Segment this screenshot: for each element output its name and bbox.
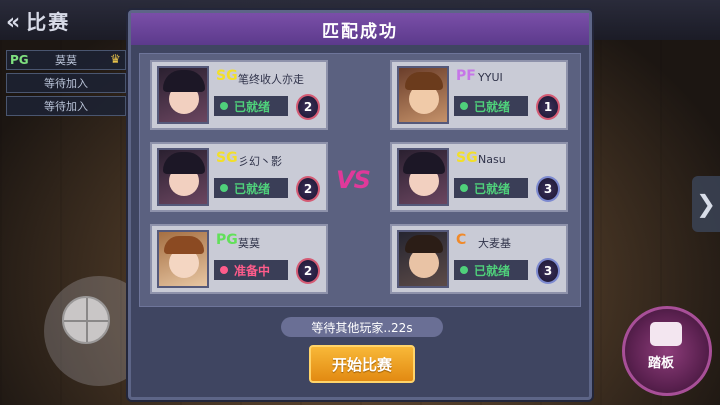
sidebar-name: 等待加入 xyxy=(44,100,88,113)
status-badge: 准备中 xyxy=(214,260,288,280)
player-name: Nasu xyxy=(478,153,506,166)
player-avatar xyxy=(397,230,449,288)
vs-label: VS xyxy=(336,166,371,194)
player-avatar xyxy=(157,148,209,206)
right-arrow-icon[interactable]: ❯ xyxy=(692,176,720,232)
rank-badge: 1 xyxy=(536,94,560,120)
player-avatar xyxy=(157,66,209,124)
player-card-left-2[interactable]: SG 彡幻丶影 已就绪 2 xyxy=(150,142,328,212)
player-card-left-1[interactable]: SG 笔终收人亦走 已就绪 2 xyxy=(150,60,328,130)
status-text: 已就绪 xyxy=(474,99,511,114)
sidebar-row-3[interactable]: 等待加入 xyxy=(6,96,126,116)
dialog-title: 匹配成功 xyxy=(322,21,398,42)
status-dot-icon xyxy=(220,184,228,192)
player-name: YYUI xyxy=(478,71,503,84)
teams-panel: SG 笔终收人亦走 已就绪 2 SG 彡幻丶影 已就绪 2 PG 莫莫 准备中 … xyxy=(139,53,581,307)
sidebar-name: 莫莫 xyxy=(55,54,77,67)
rank-badge: 2 xyxy=(296,176,320,202)
status-text: 已就绪 xyxy=(474,263,511,278)
status-text: 准备中 xyxy=(234,263,271,278)
player-name: 莫莫 xyxy=(238,237,260,250)
status-badge: 已就绪 xyxy=(214,178,288,198)
match-found-dialog: 匹配成功 SG 笔终收人亦走 已就绪 2 SG 彡幻丶影 已就绪 2 PG 莫莫… xyxy=(128,10,592,400)
team-sidebar: PG 莫莫 等待加入 等待加入 xyxy=(6,50,126,119)
status-badge: 已就绪 xyxy=(454,260,528,280)
rank-badge: 2 xyxy=(296,94,320,120)
player-card-left-3[interactable]: PG 莫莫 准备中 2 xyxy=(150,224,328,294)
status-dot-icon xyxy=(460,184,468,192)
rank-badge: 3 xyxy=(536,176,560,202)
back-label: 比赛 xyxy=(26,10,71,34)
player-name: 大麦基 xyxy=(478,237,511,250)
back-button[interactable]: «比赛 xyxy=(6,6,70,35)
status-dot-icon xyxy=(460,266,468,274)
rank-badge: 3 xyxy=(536,258,560,284)
player-card-right-1[interactable]: PF YYUI 已就绪 1 xyxy=(390,60,568,130)
position-badge: PG xyxy=(216,232,238,248)
status-text: 已就绪 xyxy=(474,181,511,196)
position-badge: C xyxy=(456,232,467,248)
sidebar-pos: PG xyxy=(10,53,29,67)
status-badge: 已就绪 xyxy=(214,96,288,116)
player-avatar xyxy=(397,66,449,124)
pedal-label: 踏板 xyxy=(648,356,675,371)
player-card-right-2[interactable]: SG Nasu 已就绪 3 xyxy=(390,142,568,212)
position-badge: SG xyxy=(216,68,238,84)
player-avatar xyxy=(397,148,449,206)
waiting-indicator: 等待其他玩家..22s xyxy=(281,317,443,337)
status-dot-icon xyxy=(220,102,228,110)
position-badge: SG xyxy=(456,150,478,166)
player-card-right-3[interactable]: C 大麦基 已就绪 3 xyxy=(390,224,568,294)
player-avatar xyxy=(157,230,209,288)
status-text: 已就绪 xyxy=(234,181,271,196)
player-name: 彡幻丶影 xyxy=(238,155,282,168)
basketball-icon xyxy=(62,296,110,344)
rank-badge: 2 xyxy=(296,258,320,284)
dialog-header: 匹配成功 xyxy=(131,13,589,45)
position-badge: PF xyxy=(456,68,476,84)
pedal-icon xyxy=(650,322,682,346)
status-dot-icon xyxy=(460,102,468,110)
back-chevron-icon: « xyxy=(6,10,23,35)
sidebar-row-2[interactable]: 等待加入 xyxy=(6,73,126,93)
start-match-button[interactable]: 开始比赛 xyxy=(309,345,415,383)
status-badge: 已就绪 xyxy=(454,178,528,198)
sidebar-row-1[interactable]: PG 莫莫 xyxy=(6,50,126,70)
status-badge: 已就绪 xyxy=(454,96,528,116)
player-name: 笔终收人亦走 xyxy=(238,73,304,86)
crown-icon: ♛ xyxy=(110,52,121,66)
status-dot-icon xyxy=(220,266,228,274)
pedal-button[interactable] xyxy=(622,306,712,396)
position-badge: SG xyxy=(216,150,238,166)
status-text: 已就绪 xyxy=(234,99,271,114)
sidebar-name: 等待加入 xyxy=(44,77,88,90)
